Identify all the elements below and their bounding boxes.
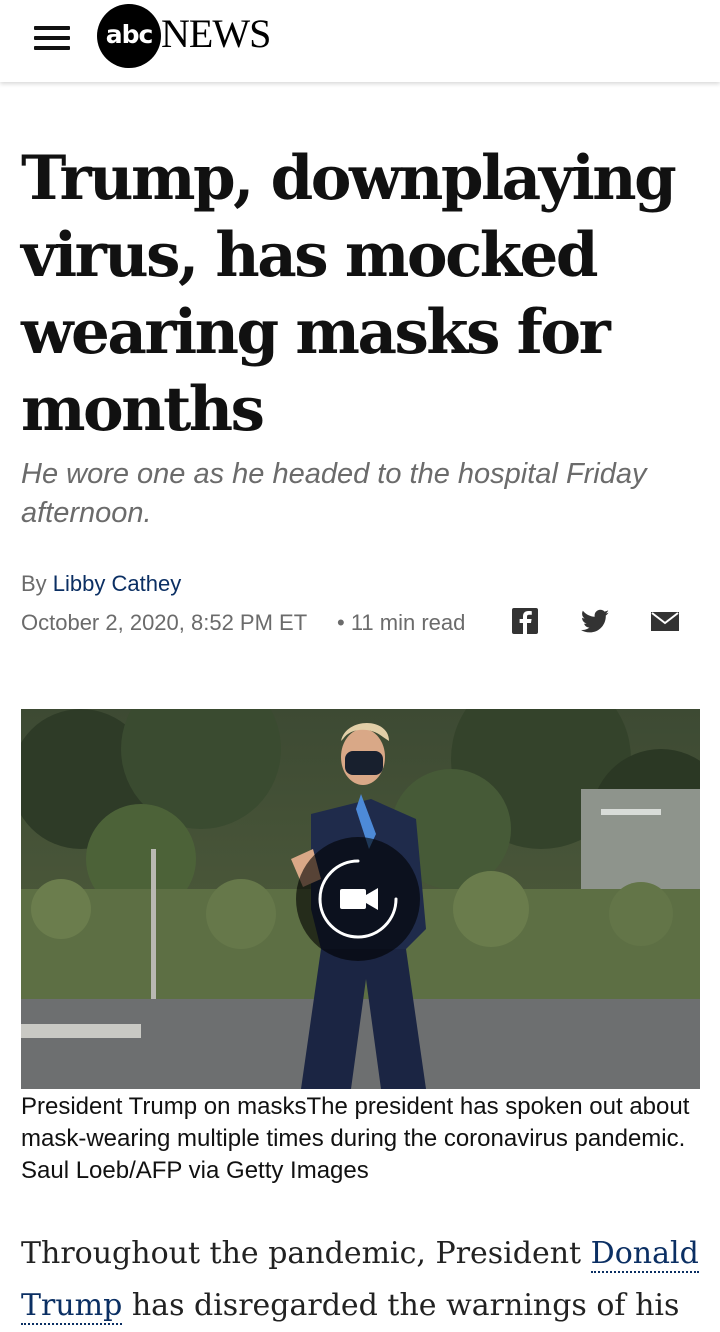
logo-news-wordmark: NEWS: [161, 11, 271, 56]
twitter-icon[interactable]: [579, 606, 611, 638]
byline: By Libby Cathey: [21, 571, 181, 597]
article-subheadline: He wore one as he headed to the hospital…: [21, 458, 647, 529]
abc-news-logo[interactable]: abc NEWS: [97, 4, 297, 68]
byline-prefix: By: [21, 571, 53, 596]
hamburger-menu-icon[interactable]: [34, 24, 72, 52]
image-caption: President Trump on masksThe president ha…: [21, 1093, 690, 1184]
publish-date: October 2, 2020, 8:52 PM ET: [21, 610, 308, 635]
read-time: • 11 min read: [337, 610, 466, 635]
article-body-paragraph: Throughout the pandemic, President Donal…: [21, 1228, 711, 1332]
video-camera-icon: [318, 859, 398, 939]
body-text-start: Throughout the pandemic, President: [21, 1236, 591, 1271]
video-play-button[interactable]: [296, 837, 420, 961]
email-icon[interactable]: [649, 606, 681, 638]
logo-abc-mark: abc: [97, 4, 161, 68]
article-headline: Trump, downplaying virus, has mocked wea…: [21, 143, 677, 445]
facebook-icon[interactable]: [510, 606, 542, 638]
body-text-rest: has disregarded the warnings of his: [122, 1288, 680, 1323]
article-hero-image[interactable]: [21, 709, 700, 1089]
top-navigation-bar: abc NEWS: [0, 0, 720, 82]
author-link[interactable]: Libby Cathey: [53, 571, 181, 596]
